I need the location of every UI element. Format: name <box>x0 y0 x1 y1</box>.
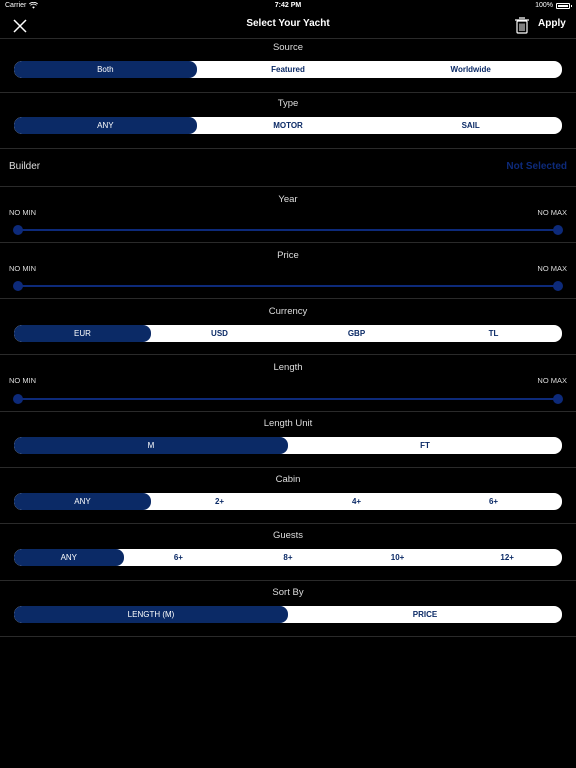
type-title: Type <box>277 98 299 109</box>
page-title: Select Your Yacht <box>246 18 330 29</box>
guests-title: Guests <box>272 530 304 541</box>
length-unit-section: Length Unit M FT <box>0 412 576 468</box>
source-segmented-control: Both Featured Worldwide <box>14 61 562 78</box>
length-range-track <box>18 398 558 400</box>
length-unit-title: Length Unit <box>263 418 313 429</box>
sort-by-option-price[interactable]: PRICE <box>288 606 562 623</box>
sort-by-option-length[interactable]: LENGTH (M) <box>14 606 288 623</box>
price-range-track <box>18 285 558 287</box>
sort-by-section: Sort By LENGTH (M) PRICE <box>0 581 576 637</box>
guests-option-6plus[interactable]: 6+ <box>124 549 234 566</box>
guests-option-12plus[interactable]: 12+ <box>452 549 562 566</box>
cabin-title: Cabin <box>275 474 301 485</box>
sort-by-title: Sort By <box>272 587 304 598</box>
year-range-track <box>18 229 558 231</box>
year-max-label: NO MAX <box>537 208 567 217</box>
year-title: Year <box>278 194 298 205</box>
source-option-worldwide[interactable]: Worldwide <box>379 61 562 78</box>
length-max-thumb[interactable] <box>553 394 563 404</box>
price-title: Price <box>277 250 299 261</box>
currency-option-usd[interactable]: USD <box>151 325 288 342</box>
price-max-label: NO MAX <box>537 264 567 273</box>
clock: 7:42 PM <box>274 2 302 9</box>
sort-by-segmented-control: LENGTH (M) PRICE <box>14 606 562 623</box>
cabin-option-any[interactable]: ANY <box>14 493 151 510</box>
currency-segmented-control: EUR USD GBP TL <box>14 325 562 342</box>
currency-option-eur[interactable]: EUR <box>14 325 151 342</box>
battery-status: 100% <box>535 2 572 9</box>
builder-row[interactable]: Builder Not Selected <box>0 149 576 187</box>
price-min-label: NO MIN <box>9 264 37 273</box>
status-bar: Carrier 7:42 PM 100% <box>0 0 576 12</box>
battery-icon <box>556 2 572 9</box>
year-min-thumb[interactable] <box>13 225 23 235</box>
builder-value[interactable]: Not Selected <box>506 161 567 172</box>
nav-bar: Select Your Yacht Apply <box>0 12 576 39</box>
length-min-thumb[interactable] <box>13 394 23 404</box>
guests-section: Guests ANY 6+ 8+ 10+ 12+ <box>0 524 576 581</box>
year-max-thumb[interactable] <box>553 225 563 235</box>
source-option-featured[interactable]: Featured <box>197 61 380 78</box>
type-option-sail[interactable]: SAIL <box>379 117 562 134</box>
length-unit-segmented-control: M FT <box>14 437 562 454</box>
length-title: Length <box>273 362 303 373</box>
year-section: Year NO MIN NO MAX <box>0 187 576 243</box>
guests-option-10plus[interactable]: 10+ <box>343 549 453 566</box>
builder-label: Builder <box>9 161 41 172</box>
price-min-thumb[interactable] <box>13 281 23 291</box>
guests-option-8plus[interactable]: 8+ <box>233 549 343 566</box>
length-unit-option-m[interactable]: M <box>14 437 288 454</box>
source-section: Source Both Featured Worldwide <box>0 38 576 93</box>
guests-segmented-control: ANY 6+ 8+ 10+ 12+ <box>14 549 562 566</box>
currency-option-tl[interactable]: TL <box>425 325 562 342</box>
type-segmented-control: ANY MOTOR SAIL <box>14 117 562 134</box>
currency-section: Currency EUR USD GBP TL <box>0 299 576 355</box>
price-section: Price NO MIN NO MAX <box>0 243 576 299</box>
cabin-option-6plus[interactable]: 6+ <box>425 493 562 510</box>
cabin-option-4plus[interactable]: 4+ <box>288 493 425 510</box>
type-section: Type ANY MOTOR SAIL <box>0 93 576 149</box>
cabin-option-2plus[interactable]: 2+ <box>151 493 288 510</box>
type-option-any[interactable]: ANY <box>14 117 197 134</box>
apply-button[interactable]: Apply <box>538 18 566 29</box>
trash-icon[interactable] <box>514 16 530 34</box>
cabin-section: Cabin ANY 2+ 4+ 6+ <box>0 468 576 524</box>
cabin-segmented-control: ANY 2+ 4+ 6+ <box>14 493 562 510</box>
type-option-motor[interactable]: MOTOR <box>197 117 380 134</box>
length-max-label: NO MAX <box>537 376 567 385</box>
length-unit-option-ft[interactable]: FT <box>288 437 562 454</box>
currency-title: Currency <box>268 306 308 317</box>
currency-option-gbp[interactable]: GBP <box>288 325 425 342</box>
battery-percent: 100% <box>535 2 553 9</box>
source-title: Source <box>272 42 304 53</box>
guests-option-any[interactable]: ANY <box>14 549 124 566</box>
price-max-thumb[interactable] <box>553 281 563 291</box>
length-section: Length NO MIN NO MAX <box>0 355 576 412</box>
year-min-label: NO MIN <box>9 208 37 217</box>
length-min-label: NO MIN <box>9 376 37 385</box>
source-option-both[interactable]: Both <box>14 61 197 78</box>
